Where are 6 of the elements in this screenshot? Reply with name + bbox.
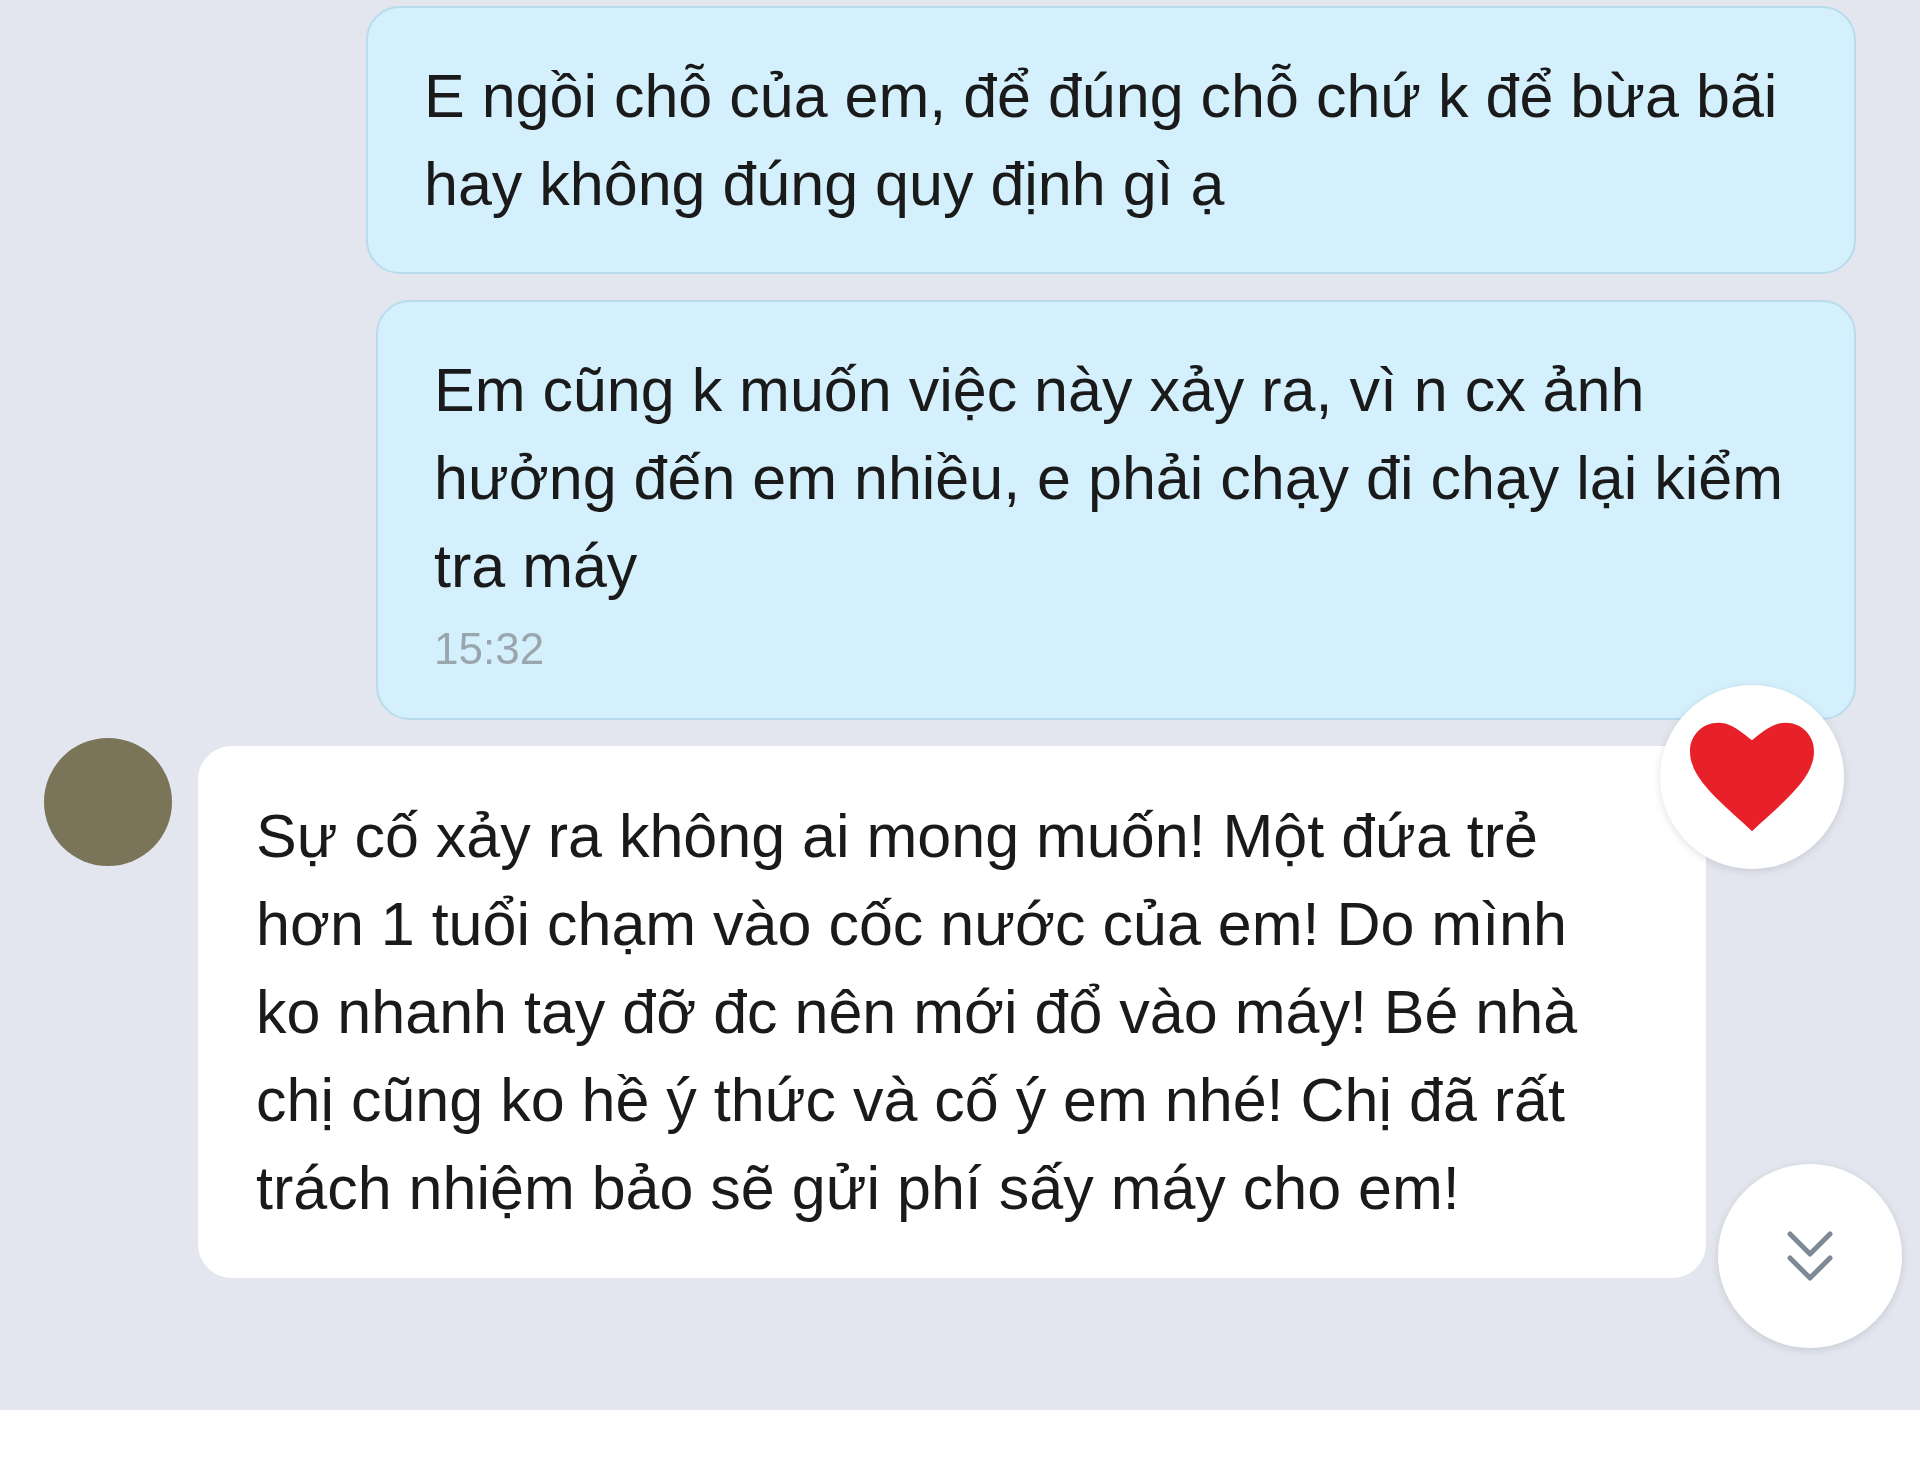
message-text: Sự cố xảy ra không ai mong muốn! Một đứa trẻ hơn 1 tuổi chạm vào cốc nước của em! Do mình ko nhanh tay đỡ đc nên mới đổ vào máy! Bé nhà chị cũng ko hề ý thức và cố ý em nhé! Chị đã rất trách nhiệm bảo sẽ gửi phí sấy máy cho em!: [256, 801, 1579, 1224]
double-chevron-down-icon: [1785, 1228, 1835, 1284]
heart-icon: [1690, 722, 1814, 832]
message-text: E ngồi chỗ của em, để đúng chỗ chứ k để bừa bãi hay không đúng quy định gì ạ: [424, 61, 1779, 220]
message-text: Em cũng k muốn việc này xảy ra, vì n cx ảnh hưởng đến em nhiều, e phải chạy đi chạy lại kiểm tra máy: [434, 355, 1785, 602]
message-time: 15:32: [434, 624, 546, 674]
